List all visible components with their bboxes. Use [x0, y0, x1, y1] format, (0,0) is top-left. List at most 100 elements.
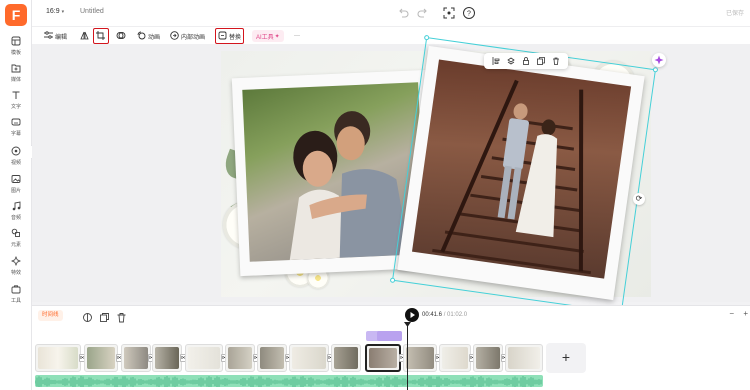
audio-icon — [0, 201, 32, 213]
sidebar-item-effects[interactable]: 特效 — [0, 256, 32, 276]
play-button[interactable] — [405, 308, 419, 322]
timeline-clip[interactable] — [331, 344, 361, 372]
timeline-clip[interactable] — [152, 344, 182, 372]
replace-label: 替换 — [229, 34, 242, 41]
app-logo[interactable]: F — [5, 4, 27, 26]
timeline-clip[interactable] — [121, 344, 151, 372]
lock-icon[interactable] — [522, 52, 530, 70]
sidebar-item-video[interactable]: 视频 — [0, 146, 32, 166]
timeline-clip[interactable] — [403, 344, 437, 372]
timeline-clip[interactable] — [185, 344, 223, 372]
tools-icon — [0, 284, 32, 296]
sidebar-item-label: 音频 — [10, 215, 21, 221]
sidebar-item-subtitle[interactable]: 字幕 — [0, 117, 32, 137]
playback-time: 00:41.6 / 01:02.0 — [422, 312, 467, 318]
more-button[interactable]: ··· — [294, 27, 300, 45]
timeline-clip[interactable] — [84, 344, 118, 372]
sidebar-item-text[interactable]: 文字 — [0, 90, 32, 110]
timeline-clip[interactable] — [257, 344, 287, 372]
help-icon[interactable]: ? — [462, 6, 476, 20]
replace-icon — [218, 31, 229, 42]
resize-handle[interactable] — [423, 34, 430, 41]
total-time: 01:02.0 — [447, 312, 468, 318]
timeline-clip[interactable] — [289, 344, 329, 372]
layers-icon[interactable] — [507, 52, 515, 70]
add-clip-button[interactable]: + — [546, 343, 586, 373]
sidebar-item-image[interactable]: 图片 — [0, 174, 32, 194]
timeline-clip[interactable] — [225, 344, 255, 372]
element-toolbar: 编辑 动画 内部动画 替换 AI工具 ✦ ··· — [32, 26, 750, 44]
mask-icon — [116, 31, 128, 42]
sidebar-item-template[interactable]: 模板 — [0, 36, 32, 56]
sidebar-item-label: 图片 — [10, 188, 21, 194]
timeline-clip[interactable] — [505, 344, 543, 372]
project-title[interactable]: Untitled — [80, 8, 104, 15]
timeline-clip-selected[interactable] — [365, 344, 401, 372]
sidebar-item-media[interactable]: 媒体 — [0, 63, 32, 83]
video-icon — [0, 146, 32, 158]
sidebar-item-elements[interactable]: 元素 — [0, 228, 32, 248]
floating-element-toolbar — [484, 53, 568, 69]
magic-wand-icon: ✦ — [274, 33, 280, 40]
sidebar-item-label: 特效 — [10, 270, 21, 276]
split-icon[interactable] — [82, 310, 93, 322]
audio-track[interactable] — [35, 375, 543, 387]
crop-icon — [95, 30, 107, 42]
aspect-ratio-select[interactable]: 16:9 ▾ — [46, 8, 64, 15]
selection-box[interactable] — [389, 34, 659, 316]
sidebar-item-label: 工具 — [10, 298, 21, 304]
sidebar-item-label: 字幕 — [10, 131, 21, 137]
sidebar-item-label: 视频 — [10, 160, 21, 166]
sidebar-item-tools[interactable]: 工具 — [0, 284, 32, 304]
inner-animation-label: 内部动画 — [181, 34, 206, 41]
align-icon[interactable] — [492, 52, 500, 70]
mask-button[interactable] — [116, 27, 128, 45]
svg-text:?: ? — [467, 11, 471, 18]
edit-label: 编辑 — [55, 34, 68, 41]
text-icon — [0, 90, 32, 102]
timeline-panel: 时间线 00:41.6 / 01:02.0 − + ⋈ ⋈ ⋈ ⋈ ⋈ ⋈ — [32, 305, 750, 390]
sparkle-icon — [654, 55, 664, 65]
sidebar-item-label: 元素 — [10, 242, 21, 248]
redo-icon[interactable] — [416, 6, 430, 20]
inner-animation-icon — [170, 30, 181, 42]
zoom-in-button[interactable]: + — [743, 309, 748, 318]
inner-animation-button[interactable]: 内部动画 — [170, 27, 205, 45]
timeline-tab[interactable]: 时间线 — [38, 310, 63, 321]
animation-icon — [137, 31, 148, 42]
animation-button[interactable]: 动画 — [137, 27, 160, 45]
replace-button[interactable]: 替换 — [214, 28, 245, 44]
rotate-handle[interactable]: ⟳ — [633, 193, 645, 205]
animation-label: 动画 — [148, 34, 161, 41]
sidebar-item-label: 模板 — [10, 50, 21, 56]
trash-icon[interactable] — [116, 310, 127, 323]
ai-tools-label: AI工具 — [256, 34, 274, 41]
timeline-clip[interactable] — [439, 344, 471, 372]
crop-button[interactable] — [93, 28, 109, 44]
delete-icon[interactable] — [552, 52, 560, 70]
sidebar-item-label: 文字 — [10, 104, 21, 110]
zoom-out-button[interactable]: − — [729, 309, 734, 318]
playhead[interactable] — [407, 324, 408, 390]
editor-app: F 模板 媒体 文字 字幕 视频 图片 音频 元素 特效 工具 16:9 ▾ U… — [0, 0, 750, 390]
current-time: 00:41.6 — [422, 312, 443, 318]
flip-button[interactable] — [80, 27, 91, 45]
copy-icon[interactable] — [99, 310, 110, 322]
sidebar-item-audio[interactable]: 音频 — [0, 201, 32, 221]
left-sidebar: F 模板 媒体 文字 字幕 视频 图片 音频 元素 特效 工具 — [0, 0, 32, 390]
elements-icon — [0, 228, 32, 240]
chevron-down-icon: ▾ — [61, 9, 65, 15]
undo-icon[interactable] — [396, 6, 410, 20]
timeline-clip[interactable] — [473, 344, 503, 372]
top-header: 16:9 ▾ Untitled ? 已保存 — [32, 0, 750, 26]
template-icon — [0, 36, 32, 48]
duplicate-icon[interactable] — [537, 52, 546, 70]
ai-tools-button[interactable]: AI工具 ✦ — [252, 30, 284, 42]
fit-screen-icon[interactable] — [442, 6, 456, 20]
overlay-track-clip[interactable] — [377, 331, 402, 341]
play-icon — [410, 312, 415, 318]
effects-icon — [0, 256, 32, 268]
magic-assistant-button[interactable] — [652, 53, 666, 67]
edit-button[interactable]: 编辑 — [44, 27, 67, 45]
timeline-clip[interactable] — [35, 344, 81, 372]
